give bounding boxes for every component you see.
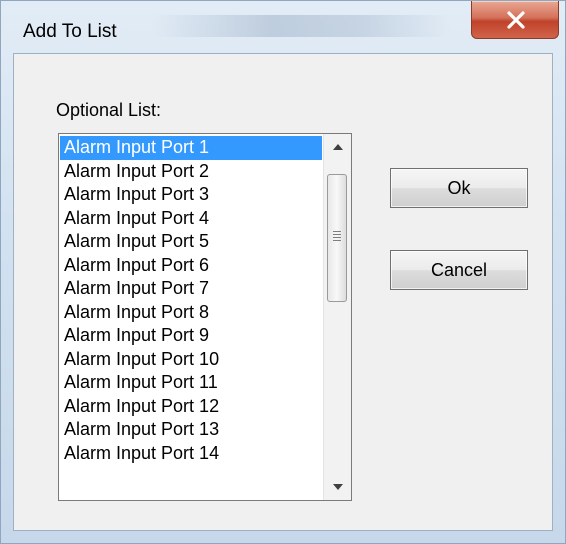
triangle-down-icon xyxy=(332,484,343,490)
list-item[interactable]: Alarm Input Port 13 xyxy=(60,418,322,442)
add-to-list-dialog: Add To List Optional List: Alarm Input P… xyxy=(0,0,566,544)
ok-button[interactable]: Ok xyxy=(390,168,528,208)
triangle-up-icon xyxy=(332,144,343,150)
cancel-button[interactable]: Cancel xyxy=(390,250,528,290)
grip-icon xyxy=(333,231,341,243)
titlebar-blur xyxy=(151,15,451,37)
list-item[interactable]: Alarm Input Port 3 xyxy=(60,183,322,207)
list-item[interactable]: Alarm Input Port 11 xyxy=(60,371,322,395)
list-item[interactable]: Alarm Input Port 8 xyxy=(60,301,322,325)
list-item[interactable]: Alarm Input Port 9 xyxy=(60,324,322,348)
list-item[interactable]: Alarm Input Port 6 xyxy=(60,254,322,278)
list-item[interactable]: Alarm Input Port 10 xyxy=(60,348,322,372)
list-item[interactable]: Alarm Input Port 7 xyxy=(60,277,322,301)
list-item[interactable]: Alarm Input Port 12 xyxy=(60,395,322,419)
dialog-client-area: Optional List: Alarm Input Port 1 Alarm I… xyxy=(13,53,553,531)
scroll-down-arrow[interactable] xyxy=(324,474,351,500)
optional-list-label: Optional List: xyxy=(56,100,162,120)
list-item[interactable]: Alarm Input Port 14 xyxy=(60,442,322,466)
optional-listbox[interactable]: Alarm Input Port 1 Alarm Input Port 2 Alar… xyxy=(58,133,352,501)
list-item[interactable]: Alarm Input Port 5 xyxy=(60,230,322,254)
close-button[interactable] xyxy=(471,1,559,39)
close-x-icon xyxy=(507,11,525,29)
list-item[interactable]: Alarm Input Port 2 xyxy=(60,160,322,184)
scroll-up-arrow[interactable] xyxy=(324,134,351,160)
window-title: Add To List xyxy=(23,21,117,42)
vertical-scrollbar[interactable] xyxy=(323,134,351,500)
list-item[interactable]: Alarm Input Port 1 xyxy=(60,136,322,160)
list-items: Alarm Input Port 1 Alarm Input Port 2 Alar… xyxy=(60,136,322,465)
list-item[interactable]: Alarm Input Port 4 xyxy=(60,207,322,231)
scroll-thumb[interactable] xyxy=(327,174,347,302)
